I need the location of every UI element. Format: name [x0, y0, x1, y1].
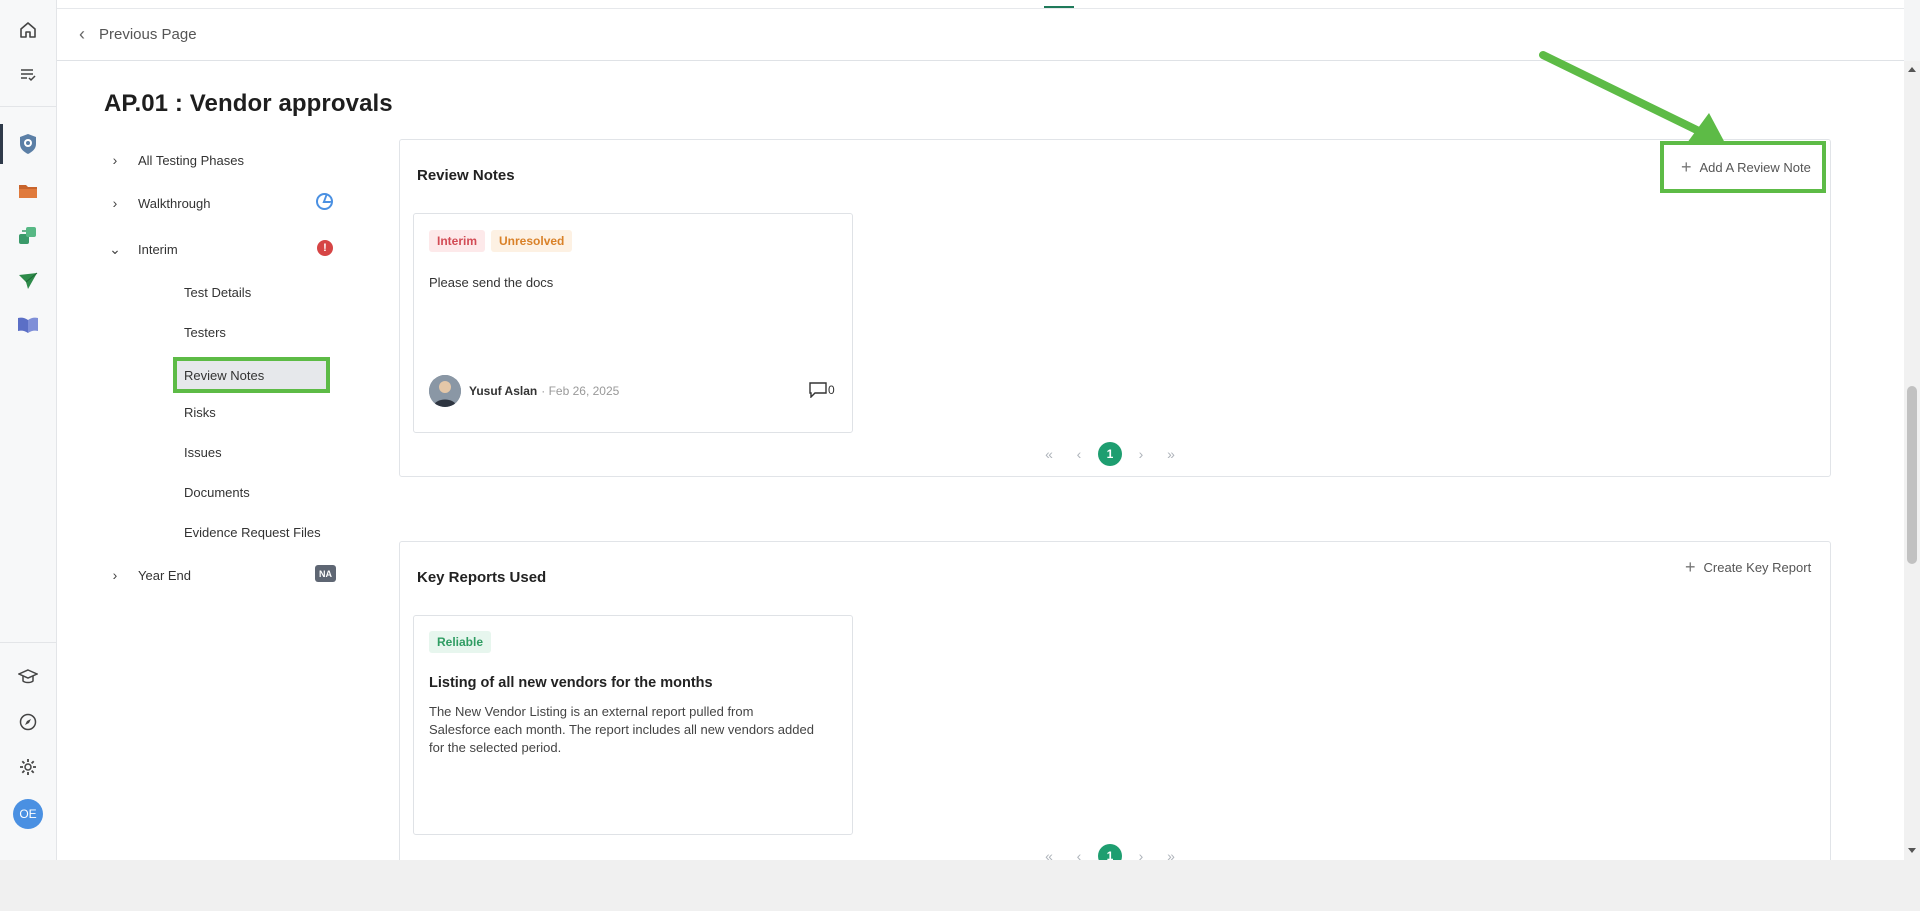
- user-avatar[interactable]: OE: [13, 799, 43, 829]
- tag-reliable: Reliable: [429, 631, 492, 653]
- author-name: Yusuf Aslan: [469, 384, 538, 398]
- current-page[interactable]: 1: [1098, 442, 1122, 466]
- page-title: AP.01 : Vendor approvals: [104, 90, 393, 117]
- chevron-left-icon: ‹: [79, 24, 85, 44]
- annotation-arrow-icon: [1539, 51, 1725, 143]
- scroll-down-arrow-icon[interactable]: [1908, 848, 1916, 853]
- folder-icon[interactable]: [14, 177, 42, 205]
- note-date: · Feb 26, 2025: [541, 384, 620, 398]
- pagination: « ‹ 1 › »: [1038, 442, 1182, 466]
- key-report-card[interactable]: Reliable Listing of all new vendors for …: [413, 615, 853, 835]
- tree-item-label: Walkthrough: [138, 195, 211, 211]
- create-key-report-label: Create Key Report: [1703, 560, 1812, 575]
- note-meta: Yusuf Aslan · Feb 26, 2025: [469, 384, 619, 398]
- chevron-right-icon: ›: [112, 567, 118, 583]
- plus-icon: +: [1685, 557, 1696, 577]
- comments-button[interactable]: 0: [809, 382, 835, 398]
- note-text: Please send the docs: [429, 275, 554, 290]
- tree-sub-testers[interactable]: Testers: [184, 320, 226, 344]
- scrollbar-thumb[interactable]: [1907, 386, 1917, 564]
- last-page-icon[interactable]: »: [1160, 446, 1182, 462]
- tree-sub-issues[interactable]: Issues: [184, 440, 222, 464]
- bottom-strip: [0, 860, 1920, 911]
- tree-sub-documents[interactable]: Documents: [184, 480, 250, 504]
- shield-icon[interactable]: [14, 130, 42, 158]
- chevron-down-icon: ⌄: [109, 240, 121, 257]
- tag-unresolved: Unresolved: [491, 230, 573, 252]
- section-title: Key Reports Used: [417, 569, 547, 586]
- home-icon[interactable]: [14, 16, 42, 44]
- tree-item-label: Year End: [138, 567, 192, 583]
- chevron-right-icon: ›: [112, 152, 118, 168]
- tree-item-label: All Testing Phases: [138, 152, 244, 168]
- next-page-icon[interactable]: ›: [1130, 446, 1152, 462]
- add-review-note-label: Add A Review Note: [1699, 160, 1811, 175]
- main-panel: ‹ Previous Page AP.01 : Vendor approvals…: [57, 0, 1904, 879]
- tag-row: Interim Unresolved: [429, 230, 578, 252]
- tree-item-walkthrough[interactable]: › Walkthrough: [104, 190, 334, 216]
- tree-sub-test-details[interactable]: Test Details: [184, 280, 251, 304]
- list-check-icon[interactable]: [14, 61, 42, 89]
- graduation-cap-icon[interactable]: [14, 663, 42, 691]
- prev-page-icon[interactable]: ‹: [1068, 446, 1090, 462]
- previous-page-label: Previous Page: [99, 26, 197, 43]
- comment-count: 0: [828, 383, 835, 397]
- sync-icon[interactable]: [14, 222, 42, 250]
- tree-sub-review-notes[interactable]: Review Notes: [173, 357, 330, 393]
- tag-row: Reliable: [429, 631, 497, 653]
- left-rail: OE: [0, 0, 57, 860]
- tree-item-all-testing-phases[interactable]: › All Testing Phases: [104, 147, 334, 173]
- review-note-card[interactable]: Interim Unresolved Please send the docs …: [413, 213, 853, 433]
- tag-interim: Interim: [429, 230, 486, 252]
- tree-sub-evidence-request-files[interactable]: Evidence Request Files: [184, 520, 321, 544]
- add-review-note-button[interactable]: + Add A Review Note: [1681, 157, 1811, 178]
- scroll-up-arrow-icon[interactable]: [1908, 67, 1916, 72]
- report-description: The New Vendor Listing is an external re…: [429, 704, 814, 755]
- key-reports-section: Key Reports Used + Create Key Report Rel…: [399, 541, 1831, 879]
- progress-pie-icon: [316, 193, 333, 210]
- tree-item-label: Interim: [138, 241, 178, 257]
- create-key-report-button[interactable]: + Create Key Report: [1685, 557, 1811, 578]
- tree-sub-risks[interactable]: Risks: [184, 400, 216, 424]
- tree-item-year-end[interactable]: › Year End: [104, 562, 334, 588]
- na-badge: NA: [315, 565, 336, 582]
- tree-item-interim[interactable]: ⌄ Interim: [104, 236, 334, 262]
- chevron-right-icon: ›: [112, 195, 118, 211]
- plus-icon: +: [1681, 157, 1692, 177]
- book-icon[interactable]: [14, 311, 42, 339]
- avatar: [429, 375, 461, 407]
- comment-icon: [809, 382, 827, 398]
- report-title: Listing of all new vendors for the month…: [429, 675, 713, 691]
- rail-active-indicator: [0, 124, 3, 164]
- alert-icon: !: [317, 240, 333, 256]
- previous-page-button[interactable]: ‹ Previous Page: [79, 24, 197, 45]
- compass-icon[interactable]: [14, 708, 42, 736]
- section-title: Review Notes: [417, 167, 515, 184]
- review-notes-section: Review Notes + Add A Review Note Interim…: [399, 139, 1831, 477]
- gear-icon[interactable]: [14, 753, 42, 781]
- send-icon[interactable]: [14, 267, 42, 295]
- first-page-icon[interactable]: «: [1038, 446, 1060, 462]
